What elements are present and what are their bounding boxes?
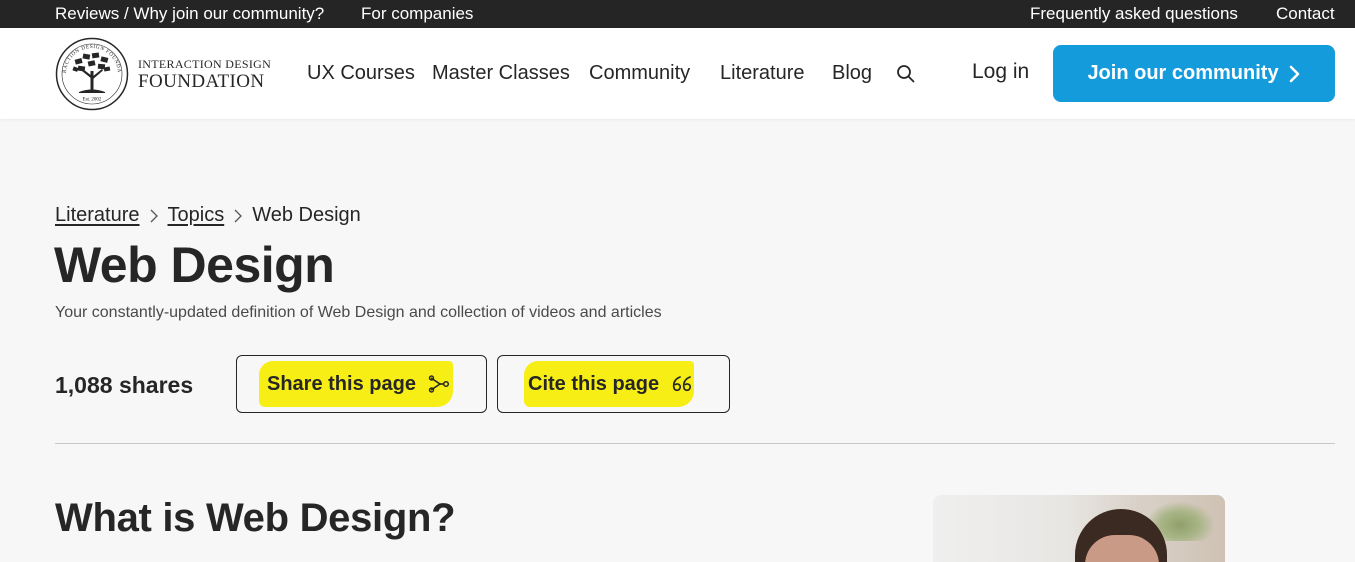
svg-text:Est. 2002: Est. 2002	[83, 98, 102, 103]
main-header: INTERACTION DESIGN FOUNDATION Est. 2002 …	[0, 28, 1355, 119]
contact-link[interactable]: Contact	[1276, 4, 1335, 24]
chevron-right-icon	[150, 209, 158, 222]
logo-line-1: INTERACTION DESIGN	[138, 57, 272, 71]
join-community-label: Join our community	[1087, 62, 1279, 84]
share-page-button[interactable]: Share this page	[236, 355, 487, 413]
breadcrumb-topics[interactable]: Topics	[168, 204, 225, 227]
section-divider	[55, 443, 1335, 444]
top-bar: Reviews / Why join our community? For co…	[0, 0, 1355, 28]
nav-community[interactable]: Community	[589, 62, 690, 85]
nav-literature[interactable]: Literature	[720, 62, 805, 85]
video-thumbnail[interactable]	[933, 495, 1225, 562]
page-subtitle: Your constantly-updated definition of We…	[55, 304, 662, 321]
logo-wordmark[interactable]: INTERACTION DESIGN FOUNDATION	[138, 58, 271, 91]
for-companies-link[interactable]: For companies	[361, 4, 473, 24]
nav-master-classes[interactable]: Master Classes	[432, 62, 570, 85]
chevron-right-icon	[1289, 65, 1299, 82]
breadcrumb-literature[interactable]: Literature	[55, 204, 140, 227]
breadcrumb: Literature Topics Web Design	[55, 204, 361, 227]
chevron-right-icon	[234, 209, 243, 222]
faq-link[interactable]: Frequently asked questions	[1030, 4, 1238, 24]
login-link[interactable]: Log in	[972, 60, 1029, 84]
quote-icon	[673, 376, 692, 392]
nav-blog[interactable]: Blog	[832, 62, 872, 85]
breadcrumb-current: Web Design	[252, 204, 361, 226]
page-title: Web Design	[54, 237, 335, 293]
nav-ux-courses[interactable]: UX Courses	[307, 62, 415, 85]
search-icon[interactable]	[896, 64, 916, 84]
share-icon	[428, 375, 449, 393]
share-page-label: Share this page	[267, 372, 416, 395]
logo-seal-icon[interactable]: INTERACTION DESIGN FOUNDATION Est. 2002	[55, 37, 129, 111]
join-community-button[interactable]: Join our community	[1053, 45, 1335, 102]
cite-page-button[interactable]: Cite this page	[497, 355, 730, 413]
reviews-link[interactable]: Reviews / Why join our community?	[55, 4, 324, 24]
logo-line-2: FOUNDATION	[138, 71, 265, 92]
cite-page-label: Cite this page	[528, 372, 660, 395]
section-title: What is Web Design?	[55, 496, 456, 540]
share-count: 1,088 shares	[55, 372, 194, 398]
